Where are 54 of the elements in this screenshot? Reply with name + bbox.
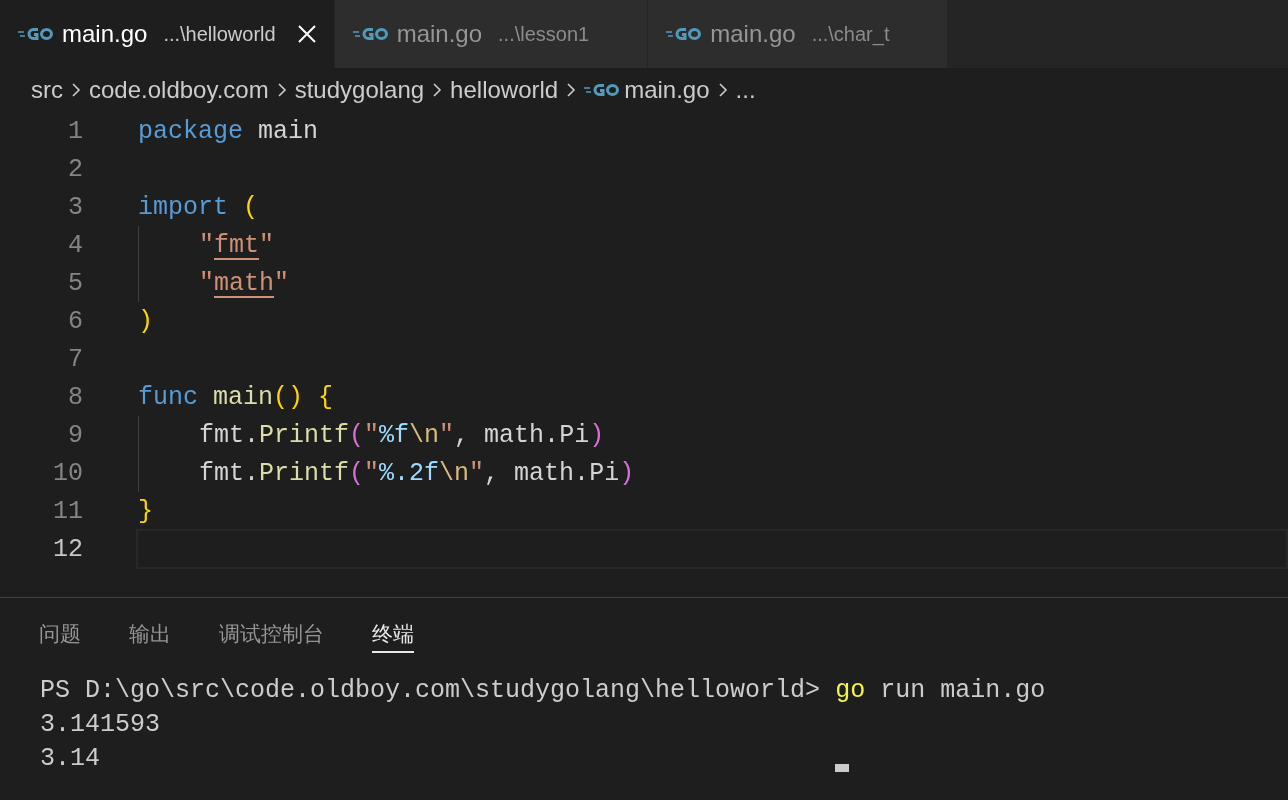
code-line: func main() {	[138, 382, 334, 412]
breadcrumb-more[interactable]: ...	[735, 76, 756, 104]
chevron-icon	[566, 82, 577, 98]
code-line: }	[138, 496, 153, 526]
tab-filename: main.go	[396, 20, 483, 48]
code-line: package main	[138, 116, 319, 146]
code-line: )	[138, 306, 153, 336]
terminal-output: 3.14	[40, 744, 100, 773]
terminal-command-line: PS D:\go\src\code.oldboy.com\studygolang\helloworld> go run main.go	[40, 676, 1046, 705]
chevron-icon	[717, 82, 728, 98]
logo-icon	[666, 26, 703, 42]
editor-tab[interactable]: main.go ...\helloworld	[0, 0, 335, 68]
line-number: 12	[52, 534, 83, 564]
tab-path: ...\char_t	[811, 22, 890, 46]
breadcrumb-item[interactable]: code.oldboy.com	[89, 76, 269, 104]
line-number: 4	[67, 230, 83, 260]
tab-path: ...\lesson1	[498, 22, 590, 46]
line-number: 5	[67, 268, 83, 298]
editor-tab[interactable]: main.go ...\lesson1	[334, 0, 649, 68]
terminal-cursor	[835, 764, 849, 772]
panel-tab[interactable]: 输出	[129, 620, 171, 651]
line-number: 6	[67, 306, 83, 336]
code-line: "math"	[199, 268, 290, 298]
line-number: 1	[67, 116, 83, 146]
panel-tab[interactable]: 调试控制台	[219, 620, 324, 651]
chevron-icon	[71, 82, 81, 98]
code-line: fmt.Printf("%.2f\n", math.Pi)	[199, 458, 635, 488]
terminal-output: 3.141593	[40, 710, 161, 739]
editor-tab[interactable]: main.go ...\char_t	[648, 0, 949, 68]
line-number: 11	[52, 496, 83, 526]
close-icon[interactable]	[297, 25, 316, 43]
panel-tab[interactable]: 问题	[39, 620, 81, 651]
breadcrumb-item[interactable]: studygolang	[294, 76, 425, 104]
breadcrumb-item[interactable]: helloworld	[450, 76, 559, 104]
line-number: 8	[67, 382, 83, 412]
chevron-icon	[432, 82, 443, 98]
tab-filename: main.go	[62, 20, 148, 48]
tab-filename: main.go	[710, 20, 796, 48]
code-line: fmt.Printf("%f\n", math.Pi)	[199, 420, 605, 450]
code-line: import (	[138, 192, 259, 222]
line-number: 9	[67, 420, 83, 450]
breadcrumb-item[interactable]: main.go	[624, 76, 710, 104]
breadcrumb-item[interactable]: src	[31, 76, 63, 104]
logo-icon	[352, 26, 389, 42]
logo-icon	[18, 26, 54, 42]
line-number: 3	[67, 192, 83, 222]
line-number: 10	[52, 458, 83, 488]
logo-icon	[584, 82, 621, 98]
chevron-icon	[276, 82, 287, 98]
line-number: 2	[67, 154, 83, 184]
tab-path: ...\helloworld	[163, 22, 276, 46]
panel-tab[interactable]: 终端	[372, 620, 414, 653]
line-number: 7	[67, 344, 83, 374]
code-line: "fmt"	[199, 230, 275, 260]
